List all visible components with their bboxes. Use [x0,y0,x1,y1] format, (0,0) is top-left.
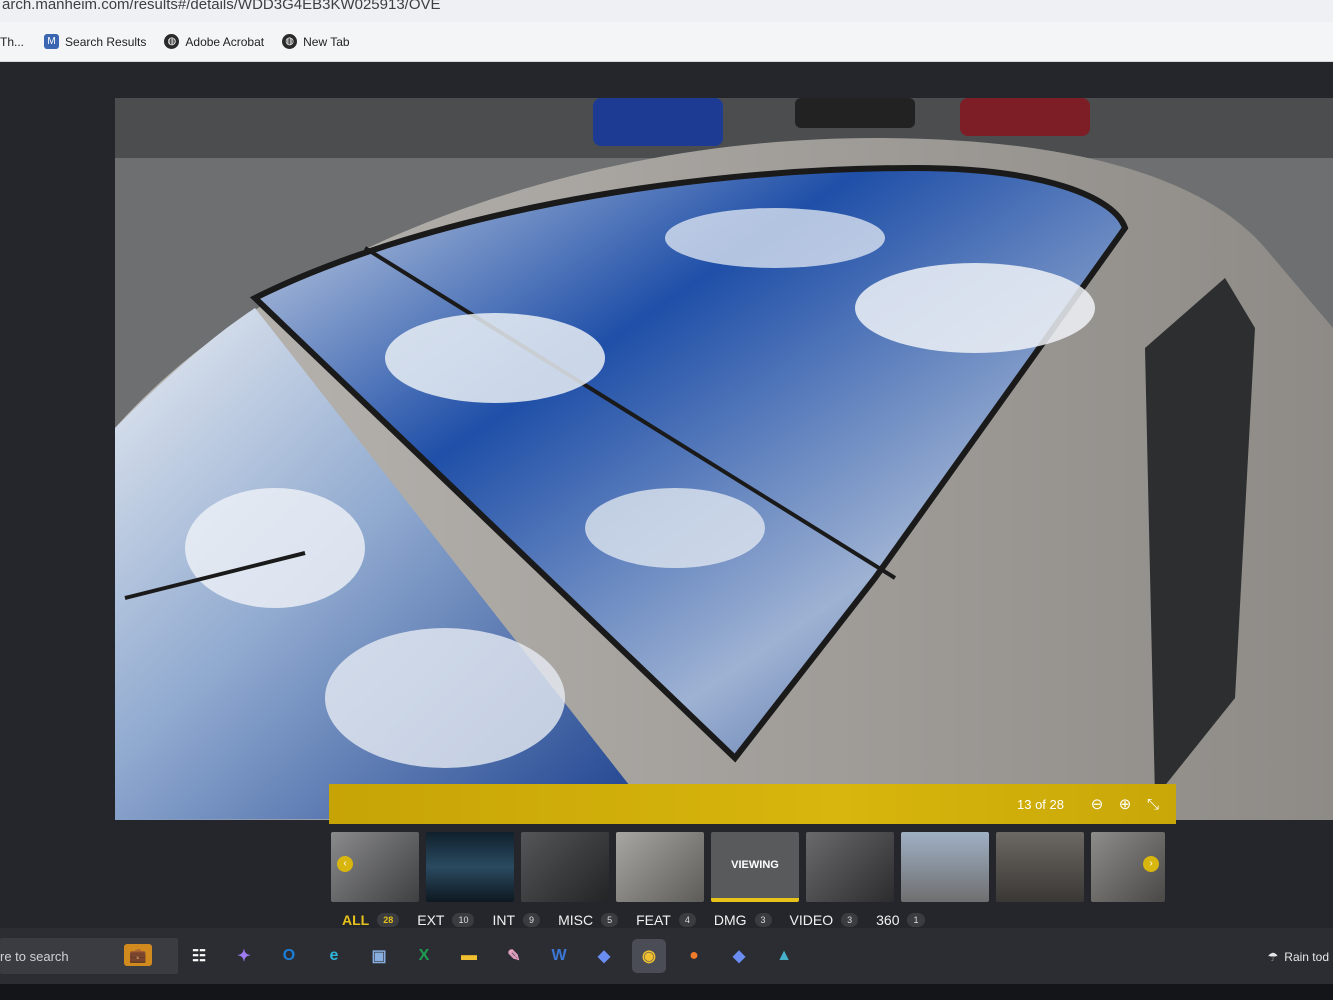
next-arrow-icon[interactable]: › [1143,856,1159,872]
weather-text: Rain tod [1284,950,1329,964]
tab-label: INT [492,912,516,928]
tab-label: EXT [417,912,445,928]
weather-widget[interactable]: ☂ Rain tod [1268,950,1329,964]
bookmark-label: Th... [0,34,25,49]
paint-icon[interactable]: ✎ [497,939,531,973]
tab-dmg[interactable]: DMG 3 [714,912,772,928]
tab-count: 3 [754,913,772,927]
zoom-out-icon[interactable]: ⊖ [1088,795,1106,813]
tab-misc[interactable]: MISC 5 [558,912,619,928]
briefcase-icon: 💼 [124,944,152,966]
app-icon[interactable]: ◆ [587,939,621,973]
bookmark-label: Adobe Acrobat [185,34,265,49]
thumbnail[interactable] [521,832,609,902]
globe-icon: ◍ [164,34,180,49]
bookmark-adobe-acrobat[interactable]: ◍ Adobe Acrobat [164,34,264,49]
thumbnail[interactable]: › [1091,832,1165,902]
bookmarks-bar: Th... M Search Results ◍ Adobe Acrobat ◍… [0,22,1333,62]
tab-label: 360 [876,912,900,928]
word-icon[interactable]: W [542,939,576,973]
tab-count: 10 [452,913,475,927]
tab-label: ALL [342,912,370,928]
tab-count: 9 [523,913,541,927]
address-bar[interactable]: arch.manheim.com/results#/details/WDD3G4… [0,0,1333,22]
app-icon[interactable]: ▲ [767,939,801,973]
zoom-in-icon[interactable]: ⊕ [1116,795,1134,813]
bookmark-label: Search Results [65,34,147,49]
monitor-bezel [0,984,1333,1000]
thumbnail-strip: ‹ VIEWING › [331,832,1173,904]
viewing-label: VIEWING [731,859,779,871]
firefox-icon[interactable]: ● [677,939,711,973]
tab-label: VIDEO [789,912,834,928]
tab-count: 5 [601,913,619,927]
tab-360[interactable]: 360 1 [876,912,925,928]
photo-counter: 13 of 28 [1017,796,1064,812]
collapse-icon[interactable]: ⤡ [1144,796,1162,813]
taskbar-search[interactable]: re to search 💼 [0,938,178,974]
tab-count: 1 [907,913,925,927]
tab-all[interactable]: ALL 28 [342,912,400,928]
search-placeholder: re to search [0,948,69,964]
chrome-icon[interactable]: ◉ [632,939,666,973]
thumbnail[interactable] [901,832,989,902]
bookmark-search-results[interactable]: M Search Results [44,34,146,49]
remote-desktop-icon[interactable]: ▣ [362,939,396,973]
thumbnail[interactable] [806,832,894,902]
photo-control-bar: 13 of 28 ⊖ ⊕ ⤡ [329,784,1176,824]
app-icon[interactable]: ◆ [722,939,756,973]
windows-taskbar: re to search 💼 ☷ ✦ O e ▣ X ▬ ✎ W ◆ ◉ ● ◆… [0,928,1333,984]
thumbnail-current[interactable]: VIEWING [711,832,799,902]
thumbnail[interactable] [616,832,704,902]
copilot-icon[interactable]: ✦ [227,939,261,973]
file-explorer-icon[interactable]: ▬ [452,939,486,973]
thumbnail[interactable]: ‹ [331,832,419,902]
tab-ext[interactable]: EXT 10 [417,912,475,928]
tab-label: DMG [713,912,747,928]
vehicle-photo[interactable] [115,98,1333,820]
thumbnail[interactable] [996,832,1084,902]
outlook-icon[interactable]: O [272,939,306,973]
tab-int[interactable]: INT 9 [492,912,541,928]
prev-arrow-icon[interactable]: ‹ [337,856,353,872]
tab-count: 4 [678,913,696,927]
tab-count: 28 [377,913,400,927]
edge-icon[interactable]: e [317,939,351,973]
bookmark-folder[interactable]: Th... [0,35,24,49]
rain-icon: ☂ [1267,950,1279,964]
tab-label: FEAT [636,912,671,928]
globe-icon: ◍ [282,34,298,49]
thumbnail[interactable] [426,832,514,902]
tab-video[interactable]: VIDEO 3 [790,912,859,928]
bookmark-label: New Tab [303,34,350,49]
tab-label: MISC [558,912,594,928]
tab-feat[interactable]: FEAT 4 [636,912,696,928]
manheim-icon: M [44,34,60,49]
bookmark-new-tab[interactable]: ◍ New Tab [282,34,350,49]
excel-icon[interactable]: X [407,939,441,973]
url-text: arch.manheim.com/results#/details/WDD3G4… [2,0,441,13]
task-view-icon[interactable]: ☷ [182,939,216,973]
vehicle-photo-viewer: 13 of 28 ⊖ ⊕ ⤡ ‹ VIEWING › ALL 28 EXT 10… [0,62,1333,940]
tab-count: 3 [841,913,859,927]
